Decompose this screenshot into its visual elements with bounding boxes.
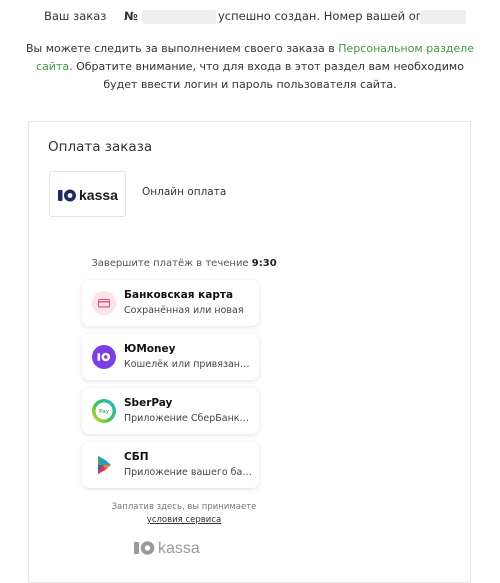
method-yoomoney[interactable]: ЮMoney Кошелёк или привязанная карта — [82, 334, 259, 380]
method-title: SberPay — [124, 397, 173, 409]
method-sbp[interactable]: СБП Приложение вашего банка — [82, 442, 259, 488]
footer-logo-text: kassa — [158, 540, 200, 557]
footer-yookassa-logo: kassa — [134, 538, 214, 562]
order-prefix: Ваш заказ — [44, 9, 107, 23]
payment-number-redacted — [420, 10, 466, 24]
notice-text-before: Вы можете следить за выполнением своего … — [26, 42, 339, 55]
method-bank-card[interactable]: Банковская карта Сохранённая или новая — [82, 280, 259, 326]
method-subtitle: Приложение СберБанк Онлайн — [124, 413, 252, 424]
method-subtitle: Кошелёк или привязанная карта — [124, 359, 252, 370]
sberpay-icon: Pay — [92, 399, 116, 423]
order-number-redacted — [142, 10, 216, 24]
method-title: Банковская карта — [124, 289, 234, 301]
method-subtitle: Сохранённая или новая — [124, 305, 244, 316]
payment-card: Оплата заказа kassa Онлайн оплата Заверш… — [28, 121, 471, 583]
online-payment-label: Онлайн оплата — [142, 186, 227, 198]
terms-note: Заплатив здесь, вы принимаете условия се… — [29, 501, 339, 527]
method-title: ЮMoney — [124, 343, 176, 355]
method-subtitle: Приложение вашего банка — [124, 467, 252, 478]
terms-text: Заплатив здесь, вы принимаете — [111, 502, 257, 512]
notice-text-after: . Обратите внимание, что для входа в это… — [69, 60, 464, 91]
order-notice: Вы можете следить за выполнением своего … — [20, 40, 480, 94]
order-number-sign: № — [124, 9, 138, 23]
sbp-icon — [92, 453, 116, 477]
method-title: СБП — [124, 451, 149, 463]
terms-link[interactable]: условия сервиса — [147, 515, 221, 525]
yookassa-mark-icon — [134, 541, 155, 555]
timer-prefix: Завершите платёж в течение — [91, 258, 249, 269]
method-sberpay[interactable]: Pay SberPay Приложение СберБанк Онлайн — [82, 388, 259, 434]
yookassa-mark-icon — [58, 189, 76, 202]
payment-title: Оплата заказа — [48, 139, 153, 155]
yookassa-logo-text: kassa — [79, 187, 118, 203]
svg-text:Pay: Pay — [99, 409, 109, 415]
bank-card-icon — [92, 291, 116, 315]
yookassa-logo: kassa — [58, 187, 120, 207]
yoomoney-icon — [92, 345, 116, 369]
payment-timer: Завершите платёж в течение 9:30 — [29, 258, 339, 269]
payment-provider-logo-box: kassa — [49, 171, 126, 217]
timer-value: 9:30 — [251, 258, 277, 269]
